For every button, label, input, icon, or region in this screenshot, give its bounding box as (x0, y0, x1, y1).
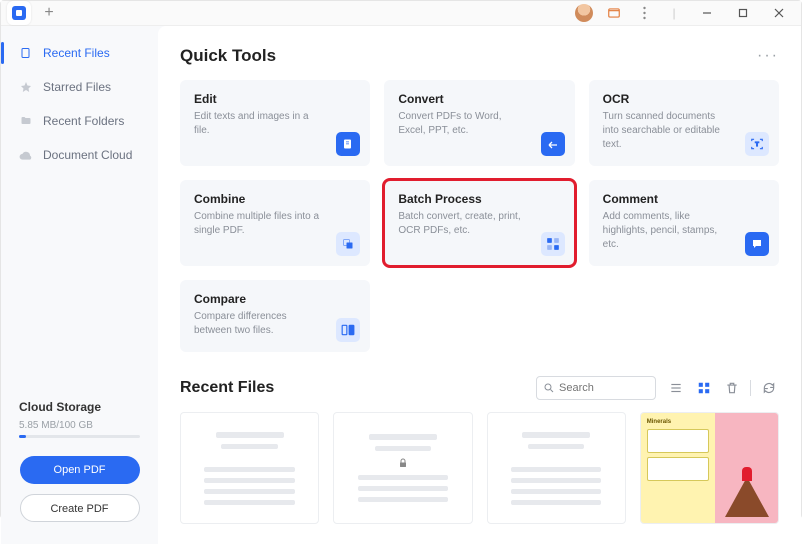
tool-desc: Compare differences between two files. (194, 310, 324, 338)
storage-bar (19, 435, 140, 438)
user-avatar[interactable] (571, 1, 597, 25)
cloud-icon (19, 148, 33, 162)
tool-title: Comment (603, 192, 765, 206)
tool-title: OCR (603, 92, 765, 106)
view-grid-icon[interactable] (694, 378, 714, 398)
new-tab-button[interactable]: + (37, 1, 61, 25)
tool-desc: Edit texts and images in a file. (194, 110, 324, 138)
open-pdf-button[interactable]: Open PDF (20, 456, 140, 484)
search-icon (543, 382, 555, 394)
tool-desc: Convert PDFs to Word, Excel, PPT, etc. (398, 110, 528, 138)
tool-card-ocr[interactable]: OCR Turn scanned documents into searchab… (589, 80, 779, 166)
tool-card-convert[interactable]: Convert Convert PDFs to Word, Excel, PPT… (384, 80, 574, 166)
delete-icon[interactable] (722, 378, 742, 398)
recent-files-icon (19, 46, 33, 60)
file-card[interactable] (180, 412, 319, 524)
lock-icon (397, 457, 409, 469)
star-icon (19, 80, 33, 94)
compare-icon (336, 318, 360, 342)
quick-tools-title: Quick Tools (180, 46, 276, 66)
tool-title: Batch Process (398, 192, 560, 206)
thumb-label: Minerals (647, 419, 710, 425)
view-list-icon[interactable] (666, 378, 686, 398)
sidebar-item-recent-folders[interactable]: Recent Folders (1, 104, 158, 138)
maximize-button[interactable] (727, 1, 759, 25)
batch-icon (541, 232, 565, 256)
convert-icon (541, 132, 565, 156)
file-card-thumbnail[interactable]: Minerals (640, 412, 779, 524)
ocr-icon: T (745, 132, 769, 156)
cloud-storage-usage: 5.85 MB/100 GB (19, 420, 140, 431)
titlebar: + | (1, 1, 801, 26)
notification-icon[interactable] (601, 1, 627, 25)
sidebar-label: Recent Files (43, 46, 110, 60)
minimize-button[interactable] (691, 1, 723, 25)
tool-card-comment[interactable]: Comment Add comments, like highlights, p… (589, 180, 779, 266)
app-logo[interactable] (7, 1, 31, 25)
cloud-storage-panel: Cloud Storage 5.85 MB/100 GB Open PDF Cr… (1, 400, 158, 544)
sidebar-label: Document Cloud (43, 148, 132, 162)
tool-desc: Batch convert, create, print, OCR PDFs, … (398, 210, 528, 238)
cloud-storage-title: Cloud Storage (19, 400, 140, 414)
tool-card-edit[interactable]: Edit Edit texts and images in a file. (180, 80, 370, 166)
comment-icon (745, 232, 769, 256)
tool-title: Compare (194, 292, 356, 306)
folder-icon (19, 114, 33, 128)
tool-title: Convert (398, 92, 560, 106)
sidebar: Recent Files Starred Files Recent Folder… (1, 26, 158, 544)
main-content: Quick Tools ··· Edit Edit texts and imag… (158, 26, 801, 544)
recent-files-title: Recent Files (180, 379, 536, 397)
tool-desc: Combine multiple files into a single PDF… (194, 210, 324, 238)
sidebar-item-recent-files[interactable]: Recent Files (1, 36, 158, 70)
sidebar-label: Starred Files (43, 80, 111, 94)
refresh-icon[interactable] (759, 378, 779, 398)
edit-icon (336, 132, 360, 156)
volcano-thumbnail (725, 477, 769, 517)
quick-tools-grid: Edit Edit texts and images in a file. Co… (180, 80, 779, 352)
sidebar-item-document-cloud[interactable]: Document Cloud (1, 138, 158, 172)
search-input[interactable] (559, 382, 649, 394)
tool-card-compare[interactable]: Compare Compare differences between two … (180, 280, 370, 352)
create-pdf-button[interactable]: Create PDF (20, 494, 140, 522)
tool-title: Combine (194, 192, 356, 206)
close-button[interactable] (763, 1, 795, 25)
svg-text:T: T (755, 142, 759, 148)
tool-title: Edit (194, 92, 356, 106)
kebab-menu-icon[interactable] (631, 1, 657, 25)
tool-desc: Add comments, like highlights, pencil, s… (603, 210, 733, 252)
app-window: + | Recent Files Starred Files (0, 0, 802, 519)
tool-desc: Turn scanned documents into searchable o… (603, 110, 733, 152)
divider (750, 380, 751, 396)
file-card[interactable] (487, 412, 626, 524)
tool-card-combine[interactable]: Combine Combine multiple files into a si… (180, 180, 370, 266)
search-box[interactable] (536, 376, 656, 400)
file-card-locked[interactable] (333, 412, 472, 524)
tool-card-batch-process[interactable]: Batch Process Batch convert, create, pri… (384, 180, 574, 266)
recent-files-grid: Minerals (180, 412, 779, 524)
sidebar-label: Recent Folders (43, 114, 124, 128)
sidebar-item-starred-files[interactable]: Starred Files (1, 70, 158, 104)
combine-icon (336, 232, 360, 256)
quick-tools-more-icon[interactable]: ··· (757, 47, 779, 65)
divider: | (661, 1, 687, 25)
